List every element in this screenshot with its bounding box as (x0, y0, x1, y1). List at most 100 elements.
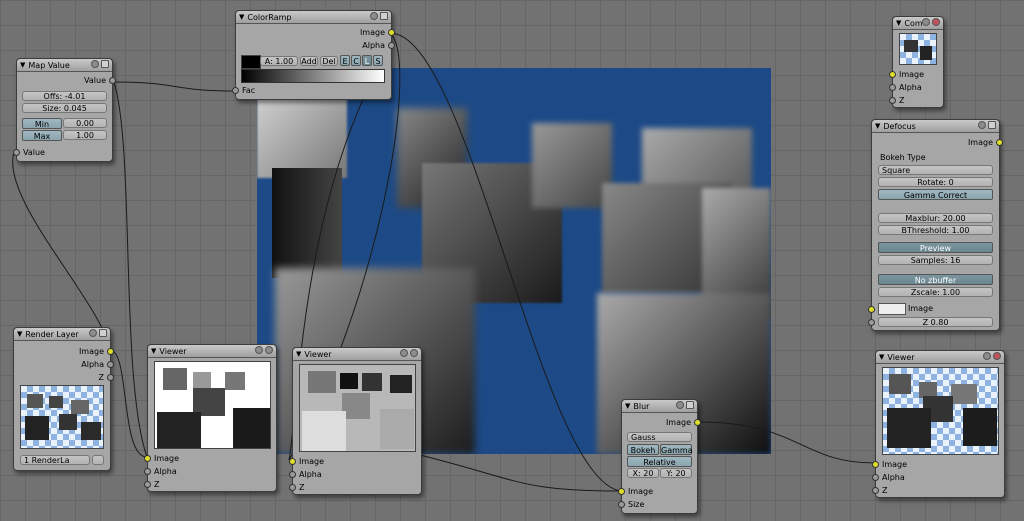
options-toggle-icon[interactable] (380, 12, 388, 20)
max-toggle[interactable]: Max (22, 130, 62, 141)
render-button[interactable] (92, 455, 104, 465)
x-field[interactable]: X: 20 (627, 468, 659, 478)
color-swatch[interactable] (241, 55, 261, 69)
node-header[interactable]: ▼ ColorRamp (236, 11, 391, 24)
input-alpha-socket[interactable] (889, 84, 896, 91)
output-image-socket[interactable] (107, 348, 114, 355)
gamma-toggle[interactable]: Gamma (660, 444, 693, 455)
options-toggle-icon[interactable] (101, 60, 109, 68)
input-image-socket[interactable] (144, 455, 151, 462)
size-field[interactable]: Size: 0.045 (22, 103, 107, 113)
filter-type-dropdown[interactable]: Gauss (627, 432, 692, 442)
viewer-node-3[interactable]: ▼ Viewer Image Alpha Z (872, 350, 1005, 498)
node-header[interactable]: ▼ Viewer (876, 351, 1004, 364)
node-header[interactable]: ▼ Blur (622, 400, 697, 413)
spline-button[interactable]: S (373, 55, 383, 66)
add-button[interactable]: Add (300, 56, 318, 66)
output-z-socket[interactable] (107, 374, 114, 381)
no-zbuffer-toggle[interactable]: No zbuffer (878, 274, 993, 285)
node-header[interactable]: ▼ Render Layer (14, 328, 110, 341)
input-z-socket[interactable] (872, 487, 879, 494)
input-z-socket[interactable] (289, 484, 296, 491)
rotate-field[interactable]: Rotate: 0 (878, 177, 993, 187)
input-alpha-socket[interactable] (289, 471, 296, 478)
preview-toggle-icon[interactable] (676, 401, 684, 409)
preview-toggle-icon[interactable] (255, 346, 263, 354)
close-icon[interactable] (265, 346, 273, 354)
output-image-socket[interactable] (388, 29, 395, 36)
defocus-node[interactable]: ▼ Defocus Image Bokeh Type Square Rotate… (868, 119, 1003, 331)
input-size-socket[interactable] (618, 501, 625, 508)
output-alpha-socket[interactable] (388, 42, 395, 49)
render-layer-dropdown[interactable]: 1 RenderLa (20, 455, 90, 465)
node-header[interactable]: ▼ Com (893, 17, 943, 30)
node-header[interactable]: ▼ Defocus (872, 120, 999, 133)
max-value-field[interactable]: 1.00 (63, 130, 107, 140)
gradient-bar[interactable] (241, 69, 385, 83)
output-alpha-socket[interactable] (107, 361, 114, 368)
min-toggle[interactable]: Min (22, 118, 62, 129)
composite-node[interactable]: ▼ Com Image Alpha Z (889, 16, 944, 108)
render-layer-node[interactable]: ▼ Render Layer Image Alpha Z 1 RenderLa (13, 327, 114, 471)
close-icon[interactable] (410, 349, 418, 357)
input-image-socket[interactable] (289, 458, 296, 465)
input-z-socket[interactable] (889, 97, 896, 104)
input-fac-socket[interactable] (232, 87, 239, 94)
input-image-socket[interactable] (872, 461, 879, 468)
preview-toggle-icon[interactable] (370, 12, 378, 20)
bokeh-toggle[interactable]: Bokeh (627, 444, 659, 455)
input-image-socket[interactable] (889, 71, 896, 78)
preview-toggle-icon[interactable] (983, 352, 991, 360)
collapse-triangle-icon[interactable]: ▼ (296, 350, 301, 358)
colorramp-node[interactable]: ▼ ColorRamp Image Alpha A: 1.00 Add Del … (232, 10, 395, 100)
input-image-socket[interactable] (618, 488, 625, 495)
input-image-socket[interactable] (868, 306, 875, 313)
collapse-triangle-icon[interactable]: ▼ (625, 402, 630, 410)
gamma-correct-toggle[interactable]: Gamma Correct (878, 189, 993, 200)
cardinal-button[interactable]: C (351, 55, 361, 66)
close-icon[interactable] (932, 18, 940, 26)
input-z-socket[interactable] (144, 481, 151, 488)
node-header[interactable]: ▼ Map Value (17, 59, 112, 72)
preview-toggle-icon[interactable] (978, 121, 986, 129)
collapse-triangle-icon[interactable]: ▼ (20, 61, 25, 69)
min-value-field[interactable]: 0.00 (63, 118, 107, 128)
collapse-triangle-icon[interactable]: ▼ (896, 19, 901, 27)
input-value-socket[interactable] (13, 149, 20, 156)
input-alpha-socket[interactable] (144, 468, 151, 475)
input-alpha-socket[interactable] (872, 474, 879, 481)
viewer-node-2[interactable]: ▼ Viewer Image Alpha Z (289, 347, 422, 495)
preview-toggle-icon[interactable] (91, 60, 99, 68)
node-header[interactable]: ▼ Viewer (148, 345, 276, 358)
collapse-triangle-icon[interactable]: ▼ (239, 13, 244, 21)
preview-toggle-icon[interactable] (89, 329, 97, 337)
bokeh-type-dropdown[interactable]: Square (878, 165, 993, 175)
offset-field[interactable]: Offs: -4.01 (22, 91, 107, 101)
collapse-triangle-icon[interactable]: ▼ (879, 353, 884, 361)
alpha-field[interactable]: A: 1.00 (260, 56, 298, 66)
options-toggle-icon[interactable] (988, 121, 996, 129)
close-icon[interactable] (993, 352, 1001, 360)
maxblur-field[interactable]: Maxblur: 20.00 (878, 213, 993, 223)
y-field[interactable]: Y: 20 (660, 468, 692, 478)
output-value-socket[interactable] (109, 77, 116, 84)
preview-toggle-icon[interactable] (922, 18, 930, 26)
preview-toggle-icon[interactable] (400, 349, 408, 357)
output-image-socket[interactable] (996, 139, 1003, 146)
z-field[interactable]: Z 0.80 (878, 317, 993, 327)
node-header[interactable]: ▼ Viewer (293, 348, 421, 361)
relative-toggle[interactable]: Relative (627, 456, 692, 467)
collapse-triangle-icon[interactable]: ▼ (151, 347, 156, 355)
preview-toggle[interactable]: Preview (878, 242, 993, 253)
blur-node[interactable]: ▼ Blur Image Gauss Bokeh Gamma Relative … (618, 399, 701, 514)
samples-field[interactable]: Samples: 16 (878, 255, 993, 265)
map-value-node[interactable]: ▼ Map Value Value Offs: -4.01 Size: 0.04… (13, 58, 116, 162)
options-toggle-icon[interactable] (686, 401, 694, 409)
collapse-triangle-icon[interactable]: ▼ (17, 330, 22, 338)
linear-button[interactable]: L (362, 55, 372, 66)
bthreshold-field[interactable]: BThreshold: 1.00 (878, 225, 993, 235)
input-z-socket[interactable] (868, 319, 875, 326)
zscale-field[interactable]: Zscale: 1.00 (878, 287, 993, 297)
image-color-swatch[interactable] (878, 303, 906, 315)
delete-button[interactable]: Del (320, 56, 338, 66)
